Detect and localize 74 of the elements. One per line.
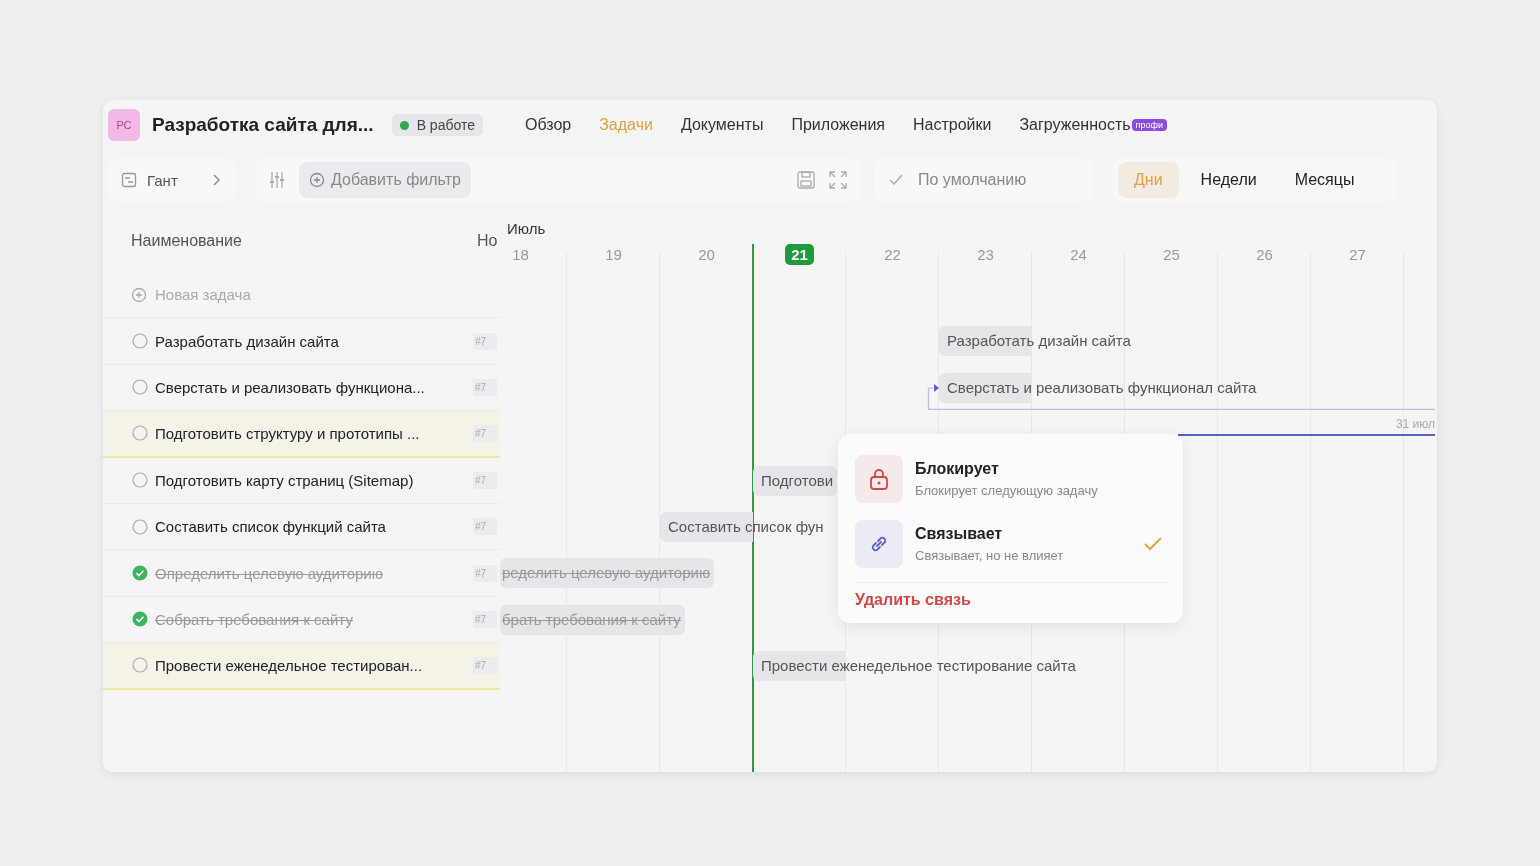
task-name: Сверстать и реализовать функциона... <box>155 378 426 396</box>
day-number: 23 <box>976 245 995 265</box>
column-header: Наименование <box>131 232 243 250</box>
chart-icon <box>121 172 137 188</box>
deadline-label: 31 июл <box>1395 417 1435 432</box>
nav-tab[interactable]: Приложения <box>791 116 885 134</box>
plan-badge: профи <box>1131 119 1167 131</box>
nav-tab[interactable]: Обзор <box>524 116 572 134</box>
task-name: Провести еженедельное тестирован... <box>155 656 424 674</box>
task-name: Определить целевую аудиторию <box>155 564 384 582</box>
task-checkbox[interactable] <box>132 425 148 442</box>
checkmark-icon <box>888 173 904 187</box>
task-row[interactable]: Подготовить карту страниц (Sitemap) #7 <box>103 457 500 504</box>
day-number: 26 <box>1255 245 1274 265</box>
task-done-checkbox[interactable] <box>132 565 148 582</box>
task-name: Разработать дизайн сайта <box>155 332 340 350</box>
day-number: 25 <box>1162 245 1181 265</box>
sliders-icon[interactable] <box>267 170 287 190</box>
checkmark-icon <box>1143 535 1163 552</box>
task-checkbox[interactable] <box>132 379 148 396</box>
scale-tab[interactable]: Месяцы <box>1278 162 1371 198</box>
task-row[interactable]: Разработать дизайн сайта #7 <box>103 318 500 365</box>
nav-tab[interactable]: Загруженность <box>1019 116 1131 134</box>
chevron-right-icon <box>211 174 221 186</box>
task-done-checkbox[interactable] <box>132 611 148 628</box>
task-name: Собрать требования к сайту <box>155 610 354 628</box>
task-checkbox[interactable] <box>132 472 148 489</box>
view-label: Гант <box>147 171 179 189</box>
month-label: Июль <box>507 220 546 237</box>
task-name: Составить список функций сайта <box>155 518 387 536</box>
plus-icon <box>131 286 147 303</box>
task-number: #7 <box>473 424 497 442</box>
column-header: Но <box>477 232 499 250</box>
day-number: 20 <box>697 245 716 265</box>
delete-link-button[interactable]: Удалить связь <box>855 587 971 613</box>
task-number: #7 <box>473 656 497 674</box>
nav-tab[interactable]: Документы <box>680 116 764 134</box>
scale-tab[interactable]: Недели <box>1184 162 1273 198</box>
plus-icon <box>309 172 325 188</box>
project-avatar: РС <box>108 109 140 141</box>
day-number: 19 <box>604 245 623 265</box>
status-label: В работе <box>416 117 475 133</box>
task-checkbox[interactable] <box>132 518 148 535</box>
task-row[interactable]: Провести еженедельное тестирован... #7 <box>103 643 500 690</box>
day-number: 22 <box>883 245 902 265</box>
gantt-bar[interactable]: Подготови <box>753 465 838 496</box>
link-type-option[interactable]: Блокирует Блокирует следующую задачу <box>855 446 1169 511</box>
task-checkbox[interactable] <box>132 333 148 350</box>
task-number: #7 <box>473 518 497 536</box>
task-row[interactable]: Подготовить структуру и прототипы ... #7 <box>103 411 500 458</box>
task-row[interactable]: Составить список функций сайта #7 <box>103 503 500 551</box>
day-number: 21 <box>785 244 814 265</box>
save-icon[interactable] <box>796 170 816 190</box>
task-checkbox[interactable] <box>132 657 148 674</box>
link-type-option[interactable]: Связывает Связывает, но не влияет <box>855 511 1169 576</box>
lock-icon <box>868 466 890 491</box>
option-description: Связывает, но не влияет <box>915 547 1065 563</box>
project-title: Разработка сайта для... <box>152 114 374 136</box>
task-number: #7 <box>473 471 497 489</box>
expand-icon[interactable] <box>828 170 848 190</box>
option-title: Блокирует <box>915 459 1000 478</box>
task-number: #7 <box>473 378 497 396</box>
task-number: #7 <box>473 610 497 628</box>
task-number: #7 <box>473 332 497 350</box>
task-number: #7 <box>473 564 497 582</box>
task-name: Подготовить карту страниц (Sitemap) <box>155 471 415 489</box>
task-name: Подготовить структуру и прототипы ... <box>155 424 421 442</box>
day-number: 18 <box>511 245 530 265</box>
day-number: 24 <box>1069 245 1088 265</box>
status-badge[interactable]: В работе <box>391 114 483 136</box>
option-description: Блокирует следующую задачу <box>915 482 1099 498</box>
nav-tab[interactable]: Настройки <box>913 116 992 134</box>
day-number: 27 <box>1348 245 1367 265</box>
option-title: Связывает <box>915 524 1004 543</box>
